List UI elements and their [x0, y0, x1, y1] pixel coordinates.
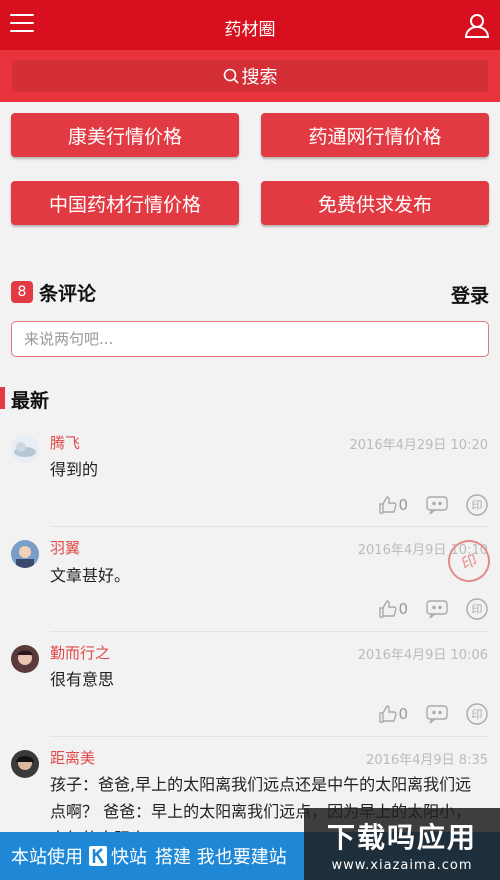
latest-heading: 最新 [11, 390, 50, 412]
comment-date: 2016年4月29日 10:20 [349, 438, 489, 453]
share-button[interactable]: 印 [466, 598, 488, 620]
comment-text: 文章甚好。 [50, 566, 131, 585]
comment-author[interactable]: 羽翼 [50, 537, 80, 558]
comment-date: 2016年4月9日 8:35 [366, 753, 488, 768]
watermark-overlay: 下载吗应用 www.xiazaima.com [304, 808, 500, 880]
like-button[interactable]: 0 [378, 495, 408, 515]
avatar[interactable] [11, 645, 39, 673]
comment-count-label: 条评论 [39, 282, 97, 305]
reply-button[interactable] [426, 599, 448, 619]
like-count: 0 [398, 705, 408, 723]
search-button[interactable]: 搜索 [12, 60, 488, 92]
top-bar: 药材圈 [0, 0, 500, 50]
yaotong-price-button[interactable]: 药通网行情价格 [261, 113, 489, 157]
login-link[interactable]: 登录 [451, 281, 489, 308]
comment-author[interactable]: 腾飞 [50, 432, 80, 453]
like-button[interactable]: 0 [378, 599, 408, 619]
stamp-icon: 印 [466, 703, 488, 725]
footer-prefix: 本站使用 [11, 847, 83, 868]
reply-button[interactable] [426, 704, 448, 724]
comment-text: 很有意思 [50, 670, 115, 689]
share-button[interactable]: 印 [466, 494, 488, 516]
section-marker [0, 387, 5, 409]
svg-text:印: 印 [472, 603, 483, 616]
comment-author[interactable]: 勤而行之 [50, 642, 110, 663]
kuaizhan-logo-icon [89, 846, 107, 866]
comment-actions: 0 印 [360, 493, 488, 517]
china-herb-price-button[interactable]: 中国药材行情价格 [11, 181, 239, 225]
thumbs-up-icon [379, 600, 398, 618]
footer-brand: 快站 [111, 847, 147, 868]
reply-button[interactable] [426, 495, 448, 515]
svg-text:印: 印 [472, 499, 483, 512]
search-label: 搜索 [241, 67, 278, 88]
avatar[interactable] [11, 540, 39, 568]
comment-date: 2016年4月9日 10:06 [357, 648, 488, 663]
comment-input[interactable] [11, 321, 489, 357]
user-icon[interactable] [464, 12, 490, 38]
page-title: 药材圈 [224, 20, 276, 40]
comment-header: 8 条评论 [11, 280, 97, 305]
kangmei-price-button[interactable]: 康美行情价格 [11, 113, 239, 157]
avatar[interactable] [11, 750, 39, 778]
watermark-url: www.xiazaima.com [331, 857, 473, 873]
comment-actions: 0 印 [360, 597, 488, 621]
comment-text: 得到的 [50, 460, 99, 479]
like-count: 0 [398, 600, 408, 618]
chat-bubble-icon [426, 600, 448, 619]
svg-text:印: 印 [472, 708, 483, 721]
chat-bubble-icon [426, 496, 448, 515]
search-icon [223, 68, 239, 84]
comment-author[interactable]: 距离美 [50, 747, 95, 768]
footer-suffix: 搭建 我也要建站 [155, 847, 287, 868]
stamp-icon: 印 [466, 494, 488, 516]
free-supply-demand-button[interactable]: 免费供求发布 [261, 181, 489, 225]
watermark-main: 下载吗应用 [326, 820, 477, 854]
like-button[interactable]: 0 [378, 704, 408, 724]
stamp-icon: 印 [466, 598, 488, 620]
thumbs-up-icon [379, 496, 398, 514]
divider [50, 526, 488, 527]
divider [50, 736, 488, 737]
avatar[interactable] [11, 435, 39, 463]
chat-bubble-icon [426, 705, 448, 724]
like-count: 0 [398, 496, 408, 514]
comment-count-badge: 8 [11, 281, 33, 303]
divider [50, 631, 488, 632]
comment-actions: 0 印 [360, 702, 488, 726]
thumbs-up-icon [379, 705, 398, 723]
share-button[interactable]: 印 [466, 703, 488, 725]
search-area: 搜索 [0, 50, 500, 102]
